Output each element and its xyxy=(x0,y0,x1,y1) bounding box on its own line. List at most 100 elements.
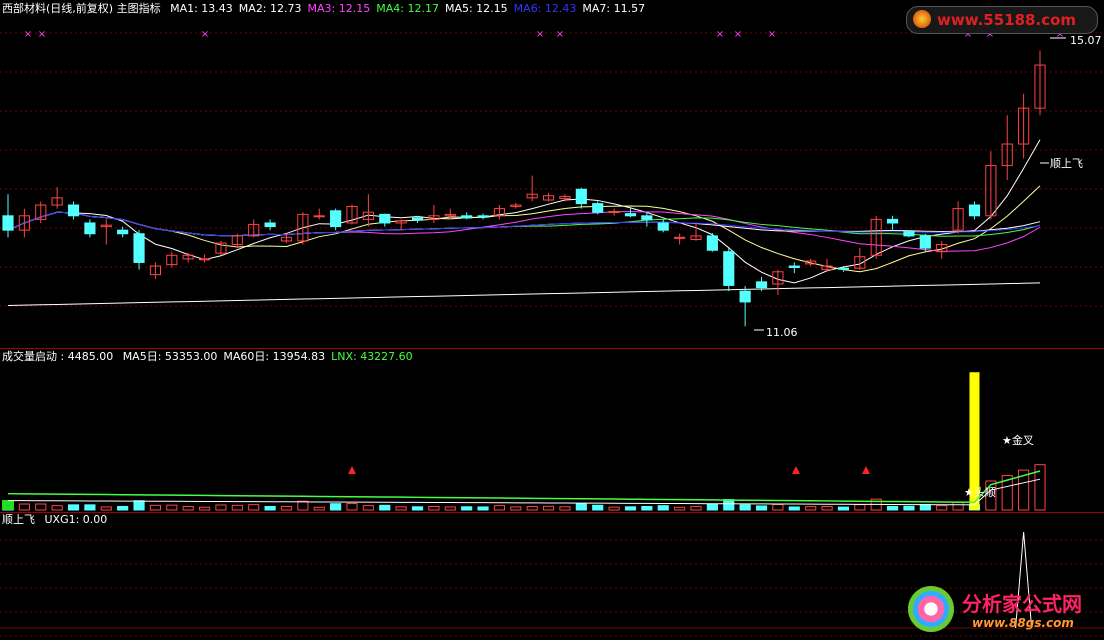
volume-bar xyxy=(706,503,718,511)
volume-panel-title: 成交量启动 : 4485.00 xyxy=(2,350,114,363)
candle-body xyxy=(330,210,342,228)
candle-body xyxy=(641,215,653,220)
volume-bar xyxy=(379,504,391,511)
stock-chart: × × × × × × × × × × × xyxy=(0,29,1104,637)
head-label: ★头顺 xyxy=(964,486,996,499)
readout: MA2: 12.73 xyxy=(238,2,302,15)
volume-bar xyxy=(788,506,800,511)
cross-marker: × xyxy=(536,29,544,40)
red-triangle-marker xyxy=(348,466,356,474)
candle-body xyxy=(706,235,718,251)
volume-bar xyxy=(100,506,112,511)
volume-bar xyxy=(493,505,506,511)
candle-body xyxy=(67,204,80,217)
volume-panel-header: 成交量启动 : 4485.00 MA5日: 53353.00 MA60日: 139… xyxy=(2,350,425,364)
volume-bar xyxy=(477,506,489,511)
volume-bar xyxy=(280,505,293,511)
volume-bar xyxy=(837,506,850,511)
bottom-watermark: 分析家公式网 www.88gs.com xyxy=(906,584,1102,636)
high-price-label: 15.07 xyxy=(1070,34,1102,47)
volume-bar xyxy=(461,506,473,511)
volume-bar xyxy=(330,503,342,511)
candle-body xyxy=(117,229,129,235)
candle-body xyxy=(313,215,325,218)
panel-separator xyxy=(0,348,1104,349)
candle-body xyxy=(739,290,751,303)
logo-icon xyxy=(913,10,931,28)
candle-body xyxy=(575,188,587,205)
top-watermark-text: www.55188.com xyxy=(937,11,1077,29)
ma-line xyxy=(7,211,1041,237)
volume-bar xyxy=(444,506,456,511)
signal-readouts: UXG1: 0.00 xyxy=(45,513,114,526)
volume-bar xyxy=(608,506,620,511)
volume-bar xyxy=(215,504,227,511)
volume-bar xyxy=(84,504,96,511)
price-grid xyxy=(0,32,1104,637)
volume-bar xyxy=(886,505,899,511)
ma-line xyxy=(7,211,1041,237)
readout: LNX: 43227.60 xyxy=(331,350,413,363)
readout: MA4: 12.17 xyxy=(376,2,439,15)
volume-bar xyxy=(198,506,211,511)
volume-bar xyxy=(166,504,178,511)
volume-bar xyxy=(313,506,325,511)
volume-bar xyxy=(248,504,260,511)
ma-line xyxy=(7,185,1041,273)
volume-readouts: MA5日: 53353.00 MA60日: 13954.83 LNX: 43227.… xyxy=(123,350,419,363)
cross-marker: × xyxy=(716,29,724,40)
volume-bar xyxy=(903,505,915,511)
main-panel-header: 西部材料(日线,前复权) 主图指标 MA1: 13.43 MA2: 12.73 MA… xyxy=(2,2,657,16)
cross-marker: × xyxy=(201,29,209,40)
volume-bar xyxy=(952,501,964,511)
volume-bar xyxy=(854,504,866,511)
volume-bar xyxy=(362,505,374,511)
candle-body xyxy=(657,222,669,231)
candle-body xyxy=(624,213,637,217)
bottom-watermark-url: www.88gs.com xyxy=(972,616,1074,630)
candlesticks[interactable] xyxy=(2,50,1046,327)
candle-body xyxy=(919,235,931,249)
volume-bar xyxy=(592,504,604,511)
main-panel-title: 西部材料(日线,前复权) 主图指标 xyxy=(2,2,161,15)
readout: MA7: 11.57 xyxy=(582,2,646,15)
candle-body xyxy=(461,215,473,219)
cross-marker: × xyxy=(768,29,776,40)
volume-bar xyxy=(264,505,276,511)
volume-bar xyxy=(542,505,555,511)
panel-separator xyxy=(0,512,1104,513)
volume-bar xyxy=(805,506,817,511)
volume-bar xyxy=(18,503,30,511)
candle-body xyxy=(198,258,211,261)
cross-marker: × xyxy=(556,29,564,40)
candle-body xyxy=(84,222,96,235)
volume-bar xyxy=(346,503,358,511)
candle-body xyxy=(411,217,424,221)
volume-bar xyxy=(428,505,440,511)
candle-body xyxy=(674,236,686,239)
candle-body xyxy=(886,218,899,224)
volume-bar xyxy=(117,505,129,511)
volume-bar xyxy=(657,505,669,511)
volume-bar xyxy=(51,505,63,511)
candle-body xyxy=(788,265,800,268)
volume-bar xyxy=(526,505,538,511)
volume-bar xyxy=(149,504,162,511)
volume-bar xyxy=(919,504,931,511)
volume-bar xyxy=(67,504,80,511)
volume-bar xyxy=(772,504,784,511)
readout: MA1: 13.43 xyxy=(170,2,233,15)
moving-average-lines xyxy=(7,139,1041,307)
candle-body xyxy=(2,215,14,231)
top-watermark: www.55188.com xyxy=(906,6,1098,34)
volume-bar xyxy=(936,505,948,511)
volume-bar xyxy=(510,506,522,511)
candle-body xyxy=(755,281,768,289)
volume-bar xyxy=(411,506,424,511)
readout: MA5: 12.15 xyxy=(444,2,508,15)
signal-panel-title: 顺上飞 xyxy=(2,513,35,526)
volume-bar xyxy=(182,505,194,511)
low-price-label: 11.06 xyxy=(766,326,798,339)
volume-bar xyxy=(2,500,14,510)
candle-body xyxy=(379,213,391,224)
